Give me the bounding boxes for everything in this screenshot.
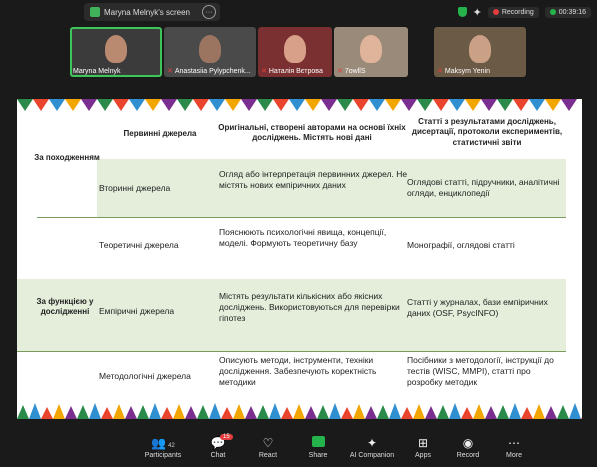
participant-video (284, 35, 306, 63)
participant-video (469, 35, 491, 63)
timer-dot-icon (549, 9, 556, 15)
participant-name: Anastasiia Pylypchenk... (174, 68, 251, 75)
participants-icon: 👥 (151, 436, 167, 450)
row-name: Вторинні джерела (99, 183, 171, 193)
screen-share-icon (90, 7, 100, 17)
group-label: За походженням (34, 153, 100, 162)
timer-value: 00:39:16 (558, 8, 586, 16)
row-examples: Монографії, оглядові статті (407, 240, 515, 250)
recording-indicator[interactable]: Recording (487, 6, 539, 18)
participant-name: Наталія Вєтрова (268, 68, 323, 75)
muted-mic-icon: ✕ (167, 68, 173, 75)
muted-mic-icon: ✕ (261, 68, 267, 75)
table-divider (37, 217, 566, 218)
row-examples: Оглядові статті, підручники, аналітичні … (407, 177, 560, 199)
meeting-timer: 00:39:16 (544, 6, 591, 18)
participants-count: 42 (168, 443, 175, 449)
top-bar: Maryna Melnyk's screen ··· ✦ Recording 0… (0, 0, 597, 24)
ornament-bottom (17, 401, 582, 419)
share-label: Share (308, 452, 328, 459)
row-examples: Статті у журналах, бази емпіричних даних… (407, 297, 548, 319)
share-screen-icon (311, 436, 325, 447)
participant-name: Maksym Yenin (444, 68, 491, 75)
participant-name-row: ✕ Maksym Yenin (437, 67, 490, 75)
participant-video (105, 35, 127, 63)
muted-mic-icon: ✕ (437, 68, 443, 75)
row-name: Теоретичні джерела (99, 240, 179, 250)
share-button[interactable]: Share (288, 436, 348, 459)
participant-tile[interactable]: ✕ Anastasiia Pylypchenk... (164, 27, 256, 77)
more-icon: ⋯ (508, 436, 520, 450)
meeting-toolbar: 👥 42 Participants 💬 15 Chat ♡ React Share … (0, 432, 597, 467)
group-label: За функцією у дослідженні (36, 297, 94, 317)
participant-video (360, 35, 382, 63)
column-header: Оригінальні, створені авторами на основі… (218, 123, 406, 143)
column-header: Первинні джерела (123, 129, 197, 138)
participant-name: 7owllS (344, 68, 366, 75)
row-description: Огляд або інтерпретація первинних джерел… (219, 169, 408, 191)
participant-name: Maryna Melnyk (73, 68, 121, 75)
ai-sparkle-icon: ✦ (366, 436, 378, 450)
record-icon: ◉ (462, 436, 474, 450)
row-name: Методологічні джерела (99, 371, 191, 381)
participant-tile[interactable]: ✕ Наталія Вєтрова (258, 27, 332, 77)
participants-button[interactable]: 👥 42 Participants (133, 436, 193, 459)
participant-tile[interactable]: ✕ 7owllS (334, 27, 408, 77)
row-description: Містять результати кількісних або якісни… (219, 291, 400, 324)
chat-badge: 15 (220, 434, 233, 440)
shared-slide: Первинні джерела Оригінальні, створені а… (17, 99, 582, 419)
apps-icon: ⊞ (417, 436, 429, 450)
participant-name-row: ✕ Наталія Вєтрова (261, 67, 323, 75)
screen-share-label: Maryna Melnyk's screen (104, 7, 190, 17)
more-options-icon[interactable]: ··· (202, 5, 216, 19)
row-examples: Посібники з методології, інструкції до т… (407, 355, 554, 388)
participants-label: Participants (144, 452, 182, 459)
participant-name-row: ✕ Anastasiia Pylypchenk... (167, 67, 251, 75)
ornament-top (17, 99, 582, 111)
status-area: ✦ Recording 00:39:16 (457, 4, 591, 20)
shield-icon[interactable] (457, 7, 467, 17)
more-button[interactable]: ⋯ More (484, 436, 544, 459)
record-dot-icon (492, 9, 499, 15)
recording-label: Recording (501, 8, 534, 16)
row-description: Описують методи, інструменти, техніки до… (219, 355, 377, 388)
participant-name-row: ✕ 7owllS (337, 67, 366, 75)
table-divider (17, 351, 566, 352)
more-label: More (506, 452, 522, 459)
participant-tile[interactable]: ✕ Maksym Yenin (434, 27, 526, 77)
column-header: Статті з результатами досліджень, дисерт… (411, 117, 563, 147)
muted-mic-icon: ✕ (337, 68, 343, 75)
participant-video (199, 35, 221, 63)
row-name: Емпіричні джерела (99, 306, 175, 316)
row-description: Пояснюють психологічні явища, концепції,… (219, 227, 387, 249)
ai-sparkle-icon[interactable]: ✦ (473, 6, 482, 19)
participant-tile[interactable]: Maryna Melnyk (70, 27, 162, 77)
screen-share-indicator[interactable]: Maryna Melnyk's screen ··· (84, 3, 220, 21)
heart-icon: ♡ (262, 436, 274, 450)
